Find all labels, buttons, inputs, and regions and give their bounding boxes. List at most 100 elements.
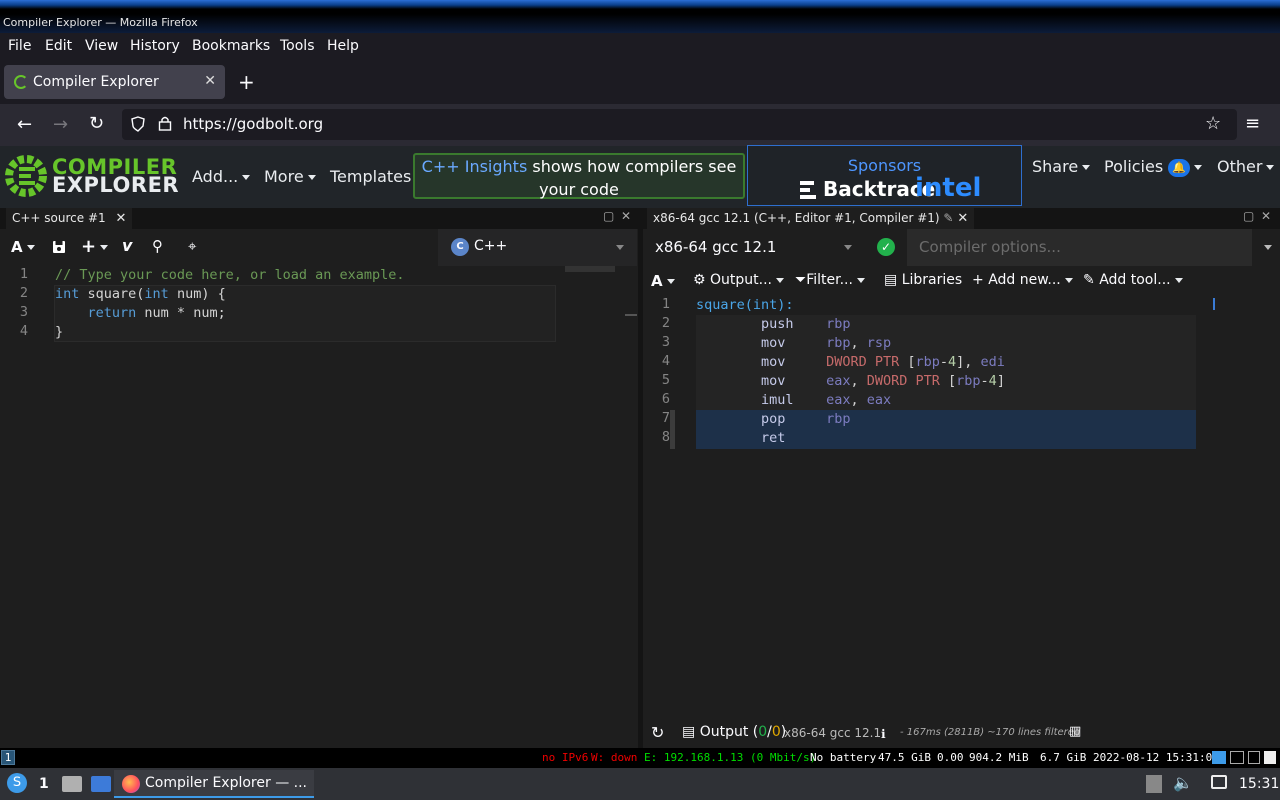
add-new-label: Add new... bbox=[988, 272, 1061, 288]
compile-stats: - 167ms (2811B) ~170 lines filtered bbox=[900, 727, 1081, 738]
browser-tab[interactable]: Compiler Explorer ✕ bbox=[4, 65, 225, 99]
minimap[interactable] bbox=[565, 266, 615, 272]
menu-edit[interactable]: Edit bbox=[45, 38, 72, 54]
add-new-menu[interactable]: + Add new... bbox=[972, 272, 1073, 288]
gear-icon: ⚙ bbox=[693, 272, 706, 288]
bookmark-star-icon[interactable]: ☆ bbox=[1205, 113, 1221, 134]
start-menu-icon[interactable]: ꓢ bbox=[7, 773, 27, 793]
wrench-icon: ✎ bbox=[1083, 272, 1095, 288]
maximize-icon[interactable]: ▢ bbox=[1243, 209, 1254, 223]
taskbar-item-firefox[interactable]: Compiler Explorer — ... bbox=[114, 770, 314, 798]
add-menu[interactable]: Add... bbox=[192, 167, 251, 186]
scrollbar-thumb[interactable] bbox=[625, 314, 637, 316]
compiler-picker-row: x86-64 gcc 12.1 ✓ Compiler options... bbox=[643, 229, 1280, 266]
editor-tab[interactable]: C++ source #1 ✕ bbox=[6, 208, 133, 229]
workspace-indicator[interactable]: 1 bbox=[1, 750, 15, 765]
insights-banner[interactable]: C++ Insights shows how compilers see you… bbox=[413, 153, 745, 199]
compiler-toolbar: A ⚙ Output... ⏷Filter... ▤ Libraries + A… bbox=[643, 266, 1280, 296]
menu-help[interactable]: Help bbox=[327, 38, 359, 54]
maximize-icon[interactable]: ▢ bbox=[603, 209, 614, 223]
vim-mode-icon[interactable]: v bbox=[122, 236, 132, 255]
compiler-explorer-logo-icon[interactable] bbox=[4, 153, 48, 199]
templates-link[interactable]: Templates bbox=[330, 167, 411, 186]
font-size-icon[interactable]: A bbox=[651, 272, 675, 290]
notification-icon[interactable] bbox=[1211, 775, 1227, 789]
output-label: Output ( bbox=[699, 724, 759, 740]
taskbar-clock[interactable]: 15:31 bbox=[1239, 776, 1279, 792]
chevron-down-icon[interactable] bbox=[1264, 245, 1272, 250]
close-pane-icon[interactable]: ✕ bbox=[1261, 209, 1271, 223]
gutter-marker bbox=[670, 410, 675, 449]
info-icon[interactable]: ℹ bbox=[881, 727, 886, 741]
other-menu[interactable]: Other bbox=[1217, 157, 1275, 176]
insights-text: shows how compilers see bbox=[527, 157, 737, 176]
language-select[interactable]: C C++ bbox=[438, 229, 637, 266]
close-icon[interactable]: ✕ bbox=[115, 211, 126, 226]
menu-history[interactable]: History bbox=[130, 38, 180, 54]
policies-menu[interactable]: Policies 🔔 bbox=[1104, 157, 1203, 177]
sponsor-intel[interactable]: intel bbox=[915, 173, 981, 203]
logo-text-line2: EXPLORER bbox=[52, 173, 180, 197]
close-icon[interactable]: ✕ bbox=[957, 211, 968, 226]
plus-icon: + bbox=[972, 272, 984, 288]
url-text[interactable]: https://godbolt.org bbox=[183, 115, 323, 133]
sponsors-box[interactable]: Sponsors Backtrace intel bbox=[747, 145, 1022, 206]
close-pane-icon[interactable]: ✕ bbox=[621, 209, 631, 223]
compile-success-icon[interactable]: ✓ bbox=[877, 238, 895, 256]
back-icon[interactable]: ← bbox=[17, 114, 32, 135]
menu-view[interactable]: View bbox=[85, 38, 118, 54]
more-menu[interactable]: More bbox=[264, 167, 316, 186]
save-icon[interactable] bbox=[52, 240, 66, 254]
lock-icon[interactable] bbox=[158, 115, 172, 132]
line-number: 2 bbox=[19, 285, 28, 301]
menu-tools[interactable]: Tools bbox=[280, 38, 315, 54]
add-pane-icon[interactable]: + bbox=[81, 236, 109, 257]
volume-icon[interactable]: 🔈 bbox=[1173, 773, 1193, 792]
add-tool-menu[interactable]: ✎ Add tool... bbox=[1083, 272, 1183, 288]
workspace-number[interactable]: 1 bbox=[39, 776, 49, 792]
compiler-tab[interactable]: x86-64 gcc 12.1 (C++, Editor #1, Compile… bbox=[647, 208, 975, 229]
menu-file[interactable]: File bbox=[8, 38, 31, 54]
tray-icon[interactable] bbox=[1264, 751, 1276, 764]
compiler-select[interactable]: x86-64 gcc 12.1 bbox=[643, 229, 863, 266]
libraries-button[interactable]: ▤ Libraries bbox=[884, 272, 962, 288]
line-number: 4 bbox=[19, 323, 28, 339]
compiler-options-input[interactable]: Compiler options... bbox=[907, 229, 1252, 266]
line-number: 3 bbox=[661, 334, 670, 350]
output-err-count: 0 bbox=[771, 724, 781, 740]
output-menu[interactable]: ⚙ Output... bbox=[693, 272, 784, 288]
refresh-icon[interactable]: ↻ bbox=[651, 723, 664, 742]
source-code[interactable]: // Type your code here, or load an examp… bbox=[55, 266, 405, 342]
bar-chart-icon[interactable]: ▥ bbox=[1069, 724, 1081, 739]
insights-link[interactable]: C++ Insights bbox=[422, 157, 528, 176]
compiler-tab-title: x86-64 gcc 12.1 (C++, Editor #1, Compile… bbox=[653, 211, 940, 225]
chevron-down-icon bbox=[616, 245, 624, 250]
share-menu[interactable]: Share bbox=[1032, 157, 1091, 176]
filter-menu[interactable]: ⏷Filter... bbox=[795, 272, 865, 288]
new-tab-button[interactable]: + bbox=[238, 70, 255, 94]
minimap[interactable] bbox=[1213, 298, 1243, 310]
tray-icon[interactable] bbox=[1230, 751, 1244, 764]
more-menu-label: More bbox=[264, 167, 304, 186]
font-size-icon[interactable]: A bbox=[11, 238, 35, 256]
menu-bookmarks[interactable]: Bookmarks bbox=[192, 38, 270, 54]
pin-icon[interactable]: ⌖ bbox=[188, 237, 196, 255]
tray-icon[interactable] bbox=[1212, 751, 1226, 764]
search-icon[interactable]: ⚲ bbox=[152, 237, 163, 255]
reload-icon[interactable]: ↻ bbox=[89, 113, 104, 134]
output-button[interactable]: ▤ Output (0/0) bbox=[682, 724, 786, 740]
hamburger-menu-icon[interactable]: ≡ bbox=[1245, 113, 1260, 134]
forward-icon[interactable]: → bbox=[53, 114, 68, 135]
close-tab-icon[interactable]: ✕ bbox=[204, 73, 216, 89]
assembly-output[interactable]: square(int): push rbp mov rbp, rsp mov D… bbox=[696, 296, 1005, 448]
pencil-icon[interactable]: ✎ bbox=[943, 211, 953, 225]
tray-icon[interactable] bbox=[1248, 751, 1260, 764]
datetime-status: 2022-08-12 15:31:00 bbox=[1093, 751, 1219, 764]
shield-icon[interactable] bbox=[131, 116, 145, 132]
caret-down-icon bbox=[1194, 165, 1203, 170]
clipboard-icon[interactable] bbox=[1146, 775, 1162, 793]
file-manager-icon[interactable] bbox=[62, 776, 82, 792]
ethernet-status: E: 192.168.1.13 (0 Mbit/s) bbox=[644, 751, 817, 764]
editor-tab-title: C++ source #1 bbox=[12, 211, 106, 225]
desktop-icon[interactable] bbox=[91, 776, 111, 792]
